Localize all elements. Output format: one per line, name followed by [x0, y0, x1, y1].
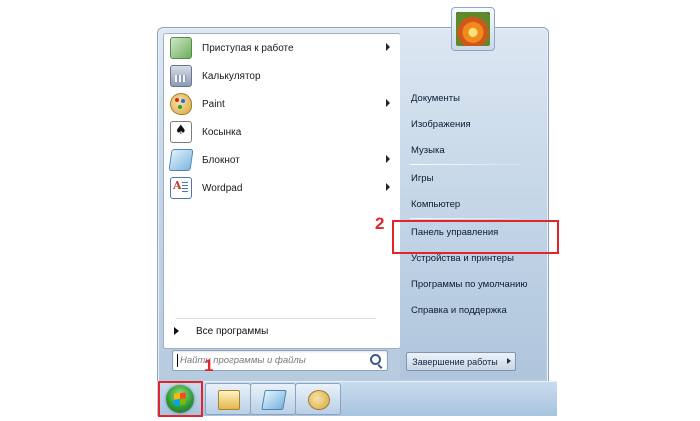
link-help-support[interactable]: Справка и поддержка — [406, 300, 540, 320]
link-documents[interactable]: Документы — [406, 88, 540, 108]
link-pictures[interactable]: Изображения — [406, 114, 540, 134]
program-label: Калькулятор — [202, 70, 261, 82]
step-number: 1 — [204, 356, 214, 375]
notepad-icon — [261, 390, 287, 410]
divider — [176, 318, 376, 319]
divider — [410, 164, 520, 165]
calculator-icon — [170, 65, 192, 87]
all-programs-button[interactable]: Все программы — [166, 320, 396, 342]
arrow-right-icon — [174, 327, 179, 335]
link-games[interactable]: Игры — [406, 168, 540, 188]
program-label: Wordpad — [202, 182, 243, 194]
shutdown-button[interactable]: Завершение работы — [406, 352, 504, 371]
wordpad-icon — [170, 177, 192, 199]
program-getting-started[interactable]: Приступая к работе — [166, 35, 396, 61]
shutdown-options-arrow-icon[interactable] — [503, 352, 516, 371]
paint-icon — [308, 390, 330, 410]
step-number: 2 — [375, 214, 385, 233]
program-notepad[interactable]: Блокнот — [166, 147, 396, 173]
getting-started-icon — [170, 37, 192, 59]
link-computer[interactable]: Компьютер — [406, 194, 540, 214]
program-wordpad[interactable]: Wordpad — [166, 175, 396, 201]
taskbar-notepad-button[interactable] — [250, 383, 296, 415]
program-label: Блокнот — [202, 154, 240, 166]
all-programs-label: Все программы — [196, 325, 269, 337]
submenu-arrow-icon[interactable] — [386, 99, 390, 107]
user-picture[interactable] — [451, 7, 495, 51]
flower-image — [456, 12, 490, 46]
search-icon[interactable] — [370, 354, 381, 365]
program-label: Косынка — [202, 126, 242, 138]
taskbar-paint-button[interactable] — [295, 383, 341, 415]
link-default-programs[interactable]: Программы по умолчанию — [406, 274, 540, 294]
solitaire-icon — [170, 121, 192, 143]
notepad-icon — [168, 149, 194, 171]
program-calculator[interactable]: Калькулятор — [166, 63, 396, 89]
link-music[interactable]: Музыка — [406, 140, 540, 160]
divider — [410, 218, 520, 219]
paint-icon — [170, 93, 192, 115]
program-solitaire[interactable]: Косынка — [166, 119, 396, 145]
start-button-highlight — [158, 381, 203, 417]
program-paint[interactable]: Paint — [166, 91, 396, 117]
submenu-arrow-icon[interactable] — [386, 183, 390, 191]
control-panel-highlight — [392, 220, 559, 254]
taskbar-explorer-button[interactable] — [205, 383, 251, 415]
submenu-arrow-icon[interactable] — [386, 155, 390, 163]
program-label: Paint — [202, 98, 225, 110]
text-caret — [177, 354, 178, 367]
file-explorer-icon — [218, 390, 240, 410]
program-label: Приступая к работе — [202, 42, 294, 54]
submenu-arrow-icon[interactable] — [386, 43, 390, 51]
